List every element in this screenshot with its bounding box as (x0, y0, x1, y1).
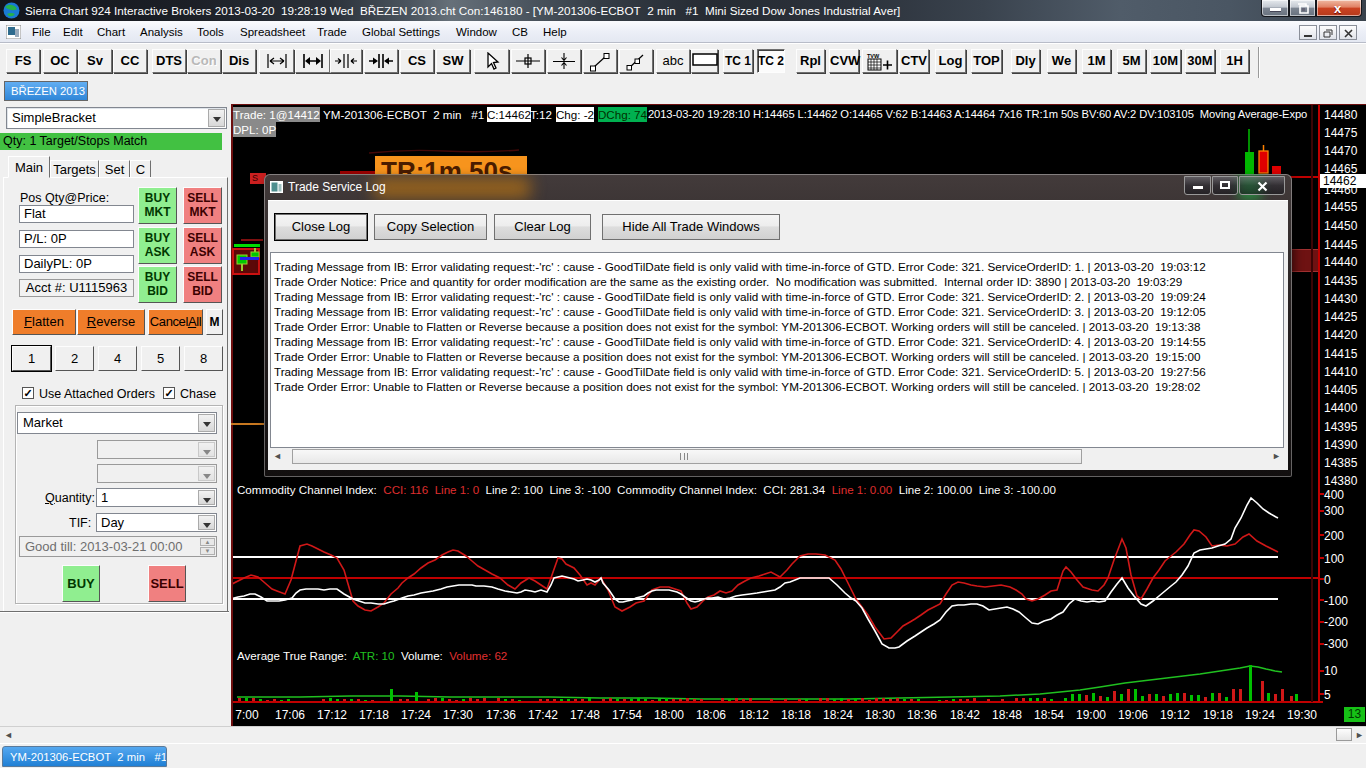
svg-text:TVW: TVW (867, 53, 880, 59)
